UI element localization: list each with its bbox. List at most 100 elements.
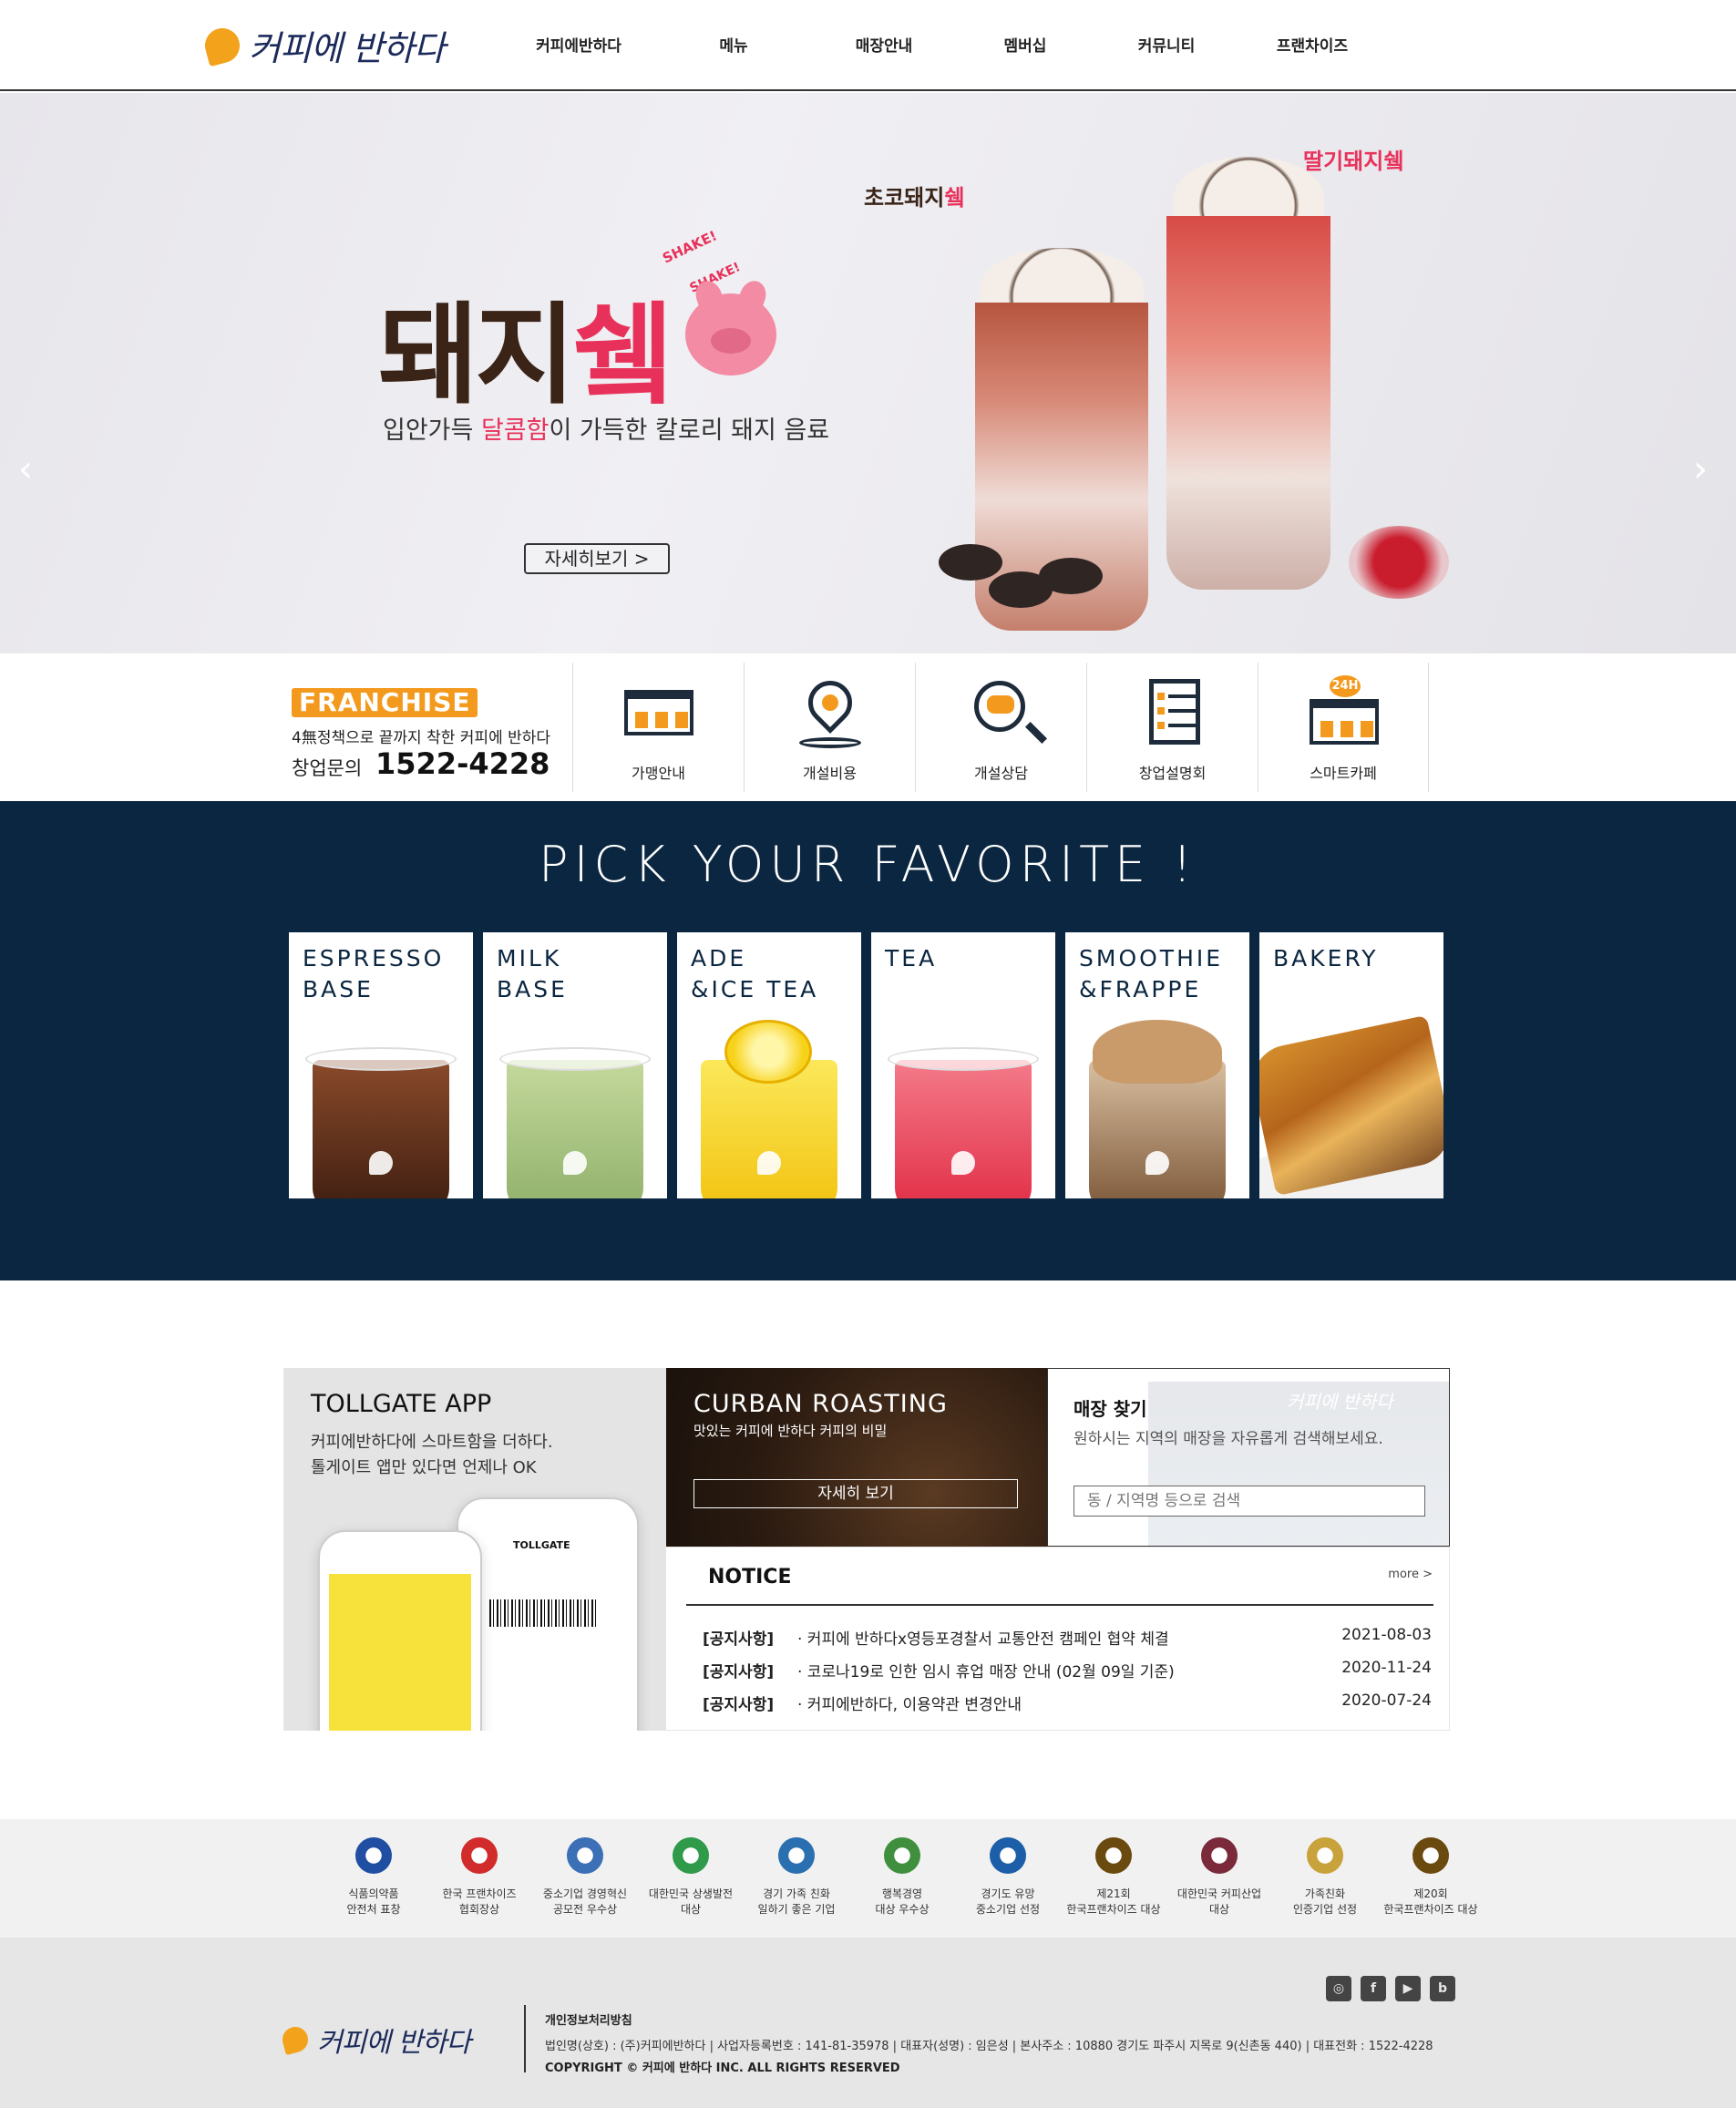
location-pin-base [799, 737, 861, 748]
strawberry-shake-label: 딸기돼지쉨 [1303, 149, 1404, 174]
store-finder-panel: 커피에 반하다 매장 찾기 원하시는 지역의 매장을 자유롭게 검색해보세요. [1047, 1368, 1450, 1547]
nav-item-stores[interactable]: 매장안내 [802, 33, 966, 56]
smart-cafe-24h-icon [1310, 699, 1379, 745]
franchise-item-smartcafe[interactable]: 24H 스마트카페 [1258, 663, 1429, 792]
nav-item-about[interactable]: 커피에반하다 [492, 33, 665, 56]
award-label: 대한민국 상생발전 대상 [648, 1887, 734, 1916]
logo-text: 커피에 반하다 [249, 28, 446, 68]
franchise-item-guide[interactable]: 가맹안내 [572, 663, 744, 792]
awards-strip: 식품의약품 안전처 표창 한국 프랜차이즈 협회장상 중소기업 경영혁신 공모전 우… [0, 1819, 1736, 1938]
award-item: 행복경영 대상 우수상 [849, 1837, 955, 1918]
award-emblem-icon [884, 1837, 920, 1874]
notice-date: 2020-11-24 [1341, 1659, 1432, 1677]
frappe-cream [1093, 1020, 1222, 1084]
franchise-menu: 가맹안내 개설비용 개설상담 창업설명회 24H 스마트카페 [572, 663, 1429, 792]
hero-title-part1: 돼지 [378, 293, 576, 419]
logo-mark-icon [279, 2023, 312, 2056]
tollgate-app-panel[interactable]: TOLLGATE APP 커피에반하다에 스마트함을 더하다. 톨게이트 앱만 … [283, 1368, 666, 1731]
menu-card-title: BAKERY [1273, 945, 1379, 972]
award-label: 중소기업 경영혁신 공모전 우수상 [542, 1887, 628, 1916]
menu-card-bakery[interactable]: BAKERY [1259, 932, 1443, 1198]
award-emblem-icon [1307, 1837, 1343, 1874]
blog-icon[interactable]: b [1430, 1976, 1455, 2001]
menu-card-title: MILK BASE [497, 945, 568, 1003]
next-slide-arrow-icon[interactable]: › [1693, 448, 1708, 490]
store-logo: 커피에 반하다 [1287, 1391, 1393, 1413]
menu-card-milk[interactable]: MILK BASE [483, 932, 667, 1198]
hero-banner: SHAKE! SHAKE! 돼지쉨 입안가득 달콤함이 가득한 칼로리 돼지 음… [0, 93, 1736, 653]
cup-logo-icon [369, 1151, 393, 1175]
youtube-icon[interactable]: ▶ [1395, 1976, 1421, 2001]
nav-item-franchise[interactable]: 프랜차이즈 [1248, 33, 1376, 56]
espresso-cup-image [313, 1060, 449, 1198]
franchise-strip: FRANCHISE 4無정책으로 끝까지 착한 커피에 반하다 창업문의 152… [0, 653, 1736, 801]
hero-title-part2: 쉨 [571, 293, 673, 419]
award-emblem-icon [778, 1837, 815, 1874]
roasting-detail-button[interactable]: 자세히 보기 [693, 1479, 1018, 1508]
choco-shake-label-text: 초코돼지 [864, 185, 945, 211]
logo-mark-icon [200, 24, 244, 67]
menu-category-cards: ESPRESSO BASE MILK BASE ADE &ICE TEA TEA… [289, 932, 1443, 1198]
instagram-icon[interactable]: ◎ [1326, 1976, 1351, 2001]
notice-more-link[interactable]: more > [1388, 1568, 1433, 1581]
franchise-item-consult[interactable]: 개설상담 [915, 663, 1086, 792]
menu-card-smoothie[interactable]: SMOOTHIE &FRAPPE [1065, 932, 1249, 1198]
award-label: 식품의약품 안전처 표창 [346, 1887, 401, 1916]
franchise-item-seminar[interactable]: 창업설명회 [1086, 663, 1258, 792]
cup-lid [888, 1047, 1039, 1071]
prev-slide-arrow-icon[interactable]: ‹ [18, 448, 33, 490]
store-search-input[interactable] [1073, 1486, 1425, 1517]
app-desc-line: 커피에반하다에 스마트함을 더하다. [311, 1433, 553, 1452]
pig-icon [685, 293, 776, 375]
pick-favorite-section: PICK YOUR FAVORITE ! ESPRESSO BASE MILK … [0, 801, 1736, 1280]
award-label: 가족친화 인증기업 선정 [1292, 1887, 1358, 1916]
app-title: TOLLGATE APP [311, 1390, 492, 1418]
location-pin-icon [799, 672, 861, 734]
franchise-item-label: 창업설명회 [1138, 765, 1207, 782]
menu-card-title: SMOOTHIE &FRAPPE [1079, 945, 1224, 1003]
notice-row[interactable]: [공지사항] · 커피에반하다, 이용약관 변경안내 2020-07-24 [703, 1692, 1432, 1714]
cup-logo-icon [1145, 1151, 1169, 1175]
store-finder-title: 매장 찾기 [1073, 1398, 1147, 1420]
award-label: 경기 가족 친화 일하기 좋은 기업 [757, 1887, 836, 1916]
franchise-item-cost[interactable]: 개설비용 [744, 663, 915, 792]
info-section: TOLLGATE APP 커피에반하다에 스마트함을 더하다. 톨게이트 앱만 … [283, 1368, 1450, 1731]
notice-title: NOTICE [708, 1566, 792, 1589]
hero-sub-part1: 입안가득 [383, 416, 481, 445]
award-label: 한국 프랜차이즈 협회장상 [442, 1887, 517, 1916]
nav-item-menu[interactable]: 메뉴 [665, 33, 802, 56]
phone-mockup-back: TOLLGATE [457, 1497, 639, 1731]
hero-detail-button[interactable]: 자세히보기 > [524, 543, 670, 574]
notice-text: · 코로나19로 인한 임시 휴업 매장 안내 (02월 09일 기준) [797, 1663, 1175, 1681]
notice-tag: [공지사항] [703, 1696, 775, 1714]
franchise-badge: FRANCHISE [292, 688, 478, 717]
notice-tag: [공지사항] [703, 1663, 775, 1681]
footer-logo-text: 커피에 반하다 [317, 2027, 471, 2059]
menu-card-title: TEA [885, 945, 938, 972]
award-label: 경기도 유망 중소기업 선정 [975, 1887, 1041, 1916]
copyright: COPYRIGHT © 커피에 반하다 INC. ALL RIGHTS RESE… [545, 2062, 900, 2075]
nav-item-membership[interactable]: 멤버십 [966, 33, 1084, 56]
cookie-image [1039, 558, 1103, 594]
awards-list: 식품의약품 안전처 표창 한국 프랜차이즈 협회장상 중소기업 경영혁신 공모전 우… [321, 1837, 1484, 1918]
notice-row[interactable]: [공지사항] · 커피에 반하다x영등포경찰서 교통안전 캠페인 협약 체결 2… [703, 1626, 1432, 1649]
notice-row[interactable]: [공지사항] · 코로나19로 인한 임시 휴업 매장 안내 (02월 09일 … [703, 1659, 1432, 1681]
site-footer: ◎ f ▶ b 커피에 반하다 개인정보처리방침 법인명(상호) : (주)커피에반하… [0, 1938, 1736, 2108]
site-logo[interactable]: 커피에 반하다 [200, 20, 446, 70]
hero-title: 돼지쉨 [378, 266, 673, 425]
cookie-image [939, 544, 1002, 581]
notice-date: 2020-07-24 [1341, 1692, 1432, 1710]
strawberry-shake-image [1166, 216, 1330, 590]
pick-favorite-title: PICK YOUR FAVORITE ! [539, 836, 1197, 893]
notice-date: 2021-08-03 [1341, 1626, 1432, 1644]
award-item: 한국 프랜차이즈 협회장상 [426, 1837, 532, 1918]
nav-item-community[interactable]: 커뮤니티 [1084, 33, 1248, 56]
menu-card-tea[interactable]: TEA [871, 932, 1055, 1198]
hero-subtitle: 입안가득 달콤함이 가득한 칼로리 돼지 음료 [383, 410, 829, 446]
facebook-icon[interactable]: f [1361, 1976, 1386, 2001]
menu-card-espresso[interactable]: ESPRESSO BASE [289, 932, 473, 1198]
app-desc: 커피에반하다에 스마트함을 더하다. 톨게이트 앱만 있다면 언제나 OK [311, 1430, 553, 1481]
menu-card-ade[interactable]: ADE &ICE TEA [677, 932, 861, 1198]
privacy-policy-link[interactable]: 개인정보처리방침 [545, 2010, 632, 2028]
notice-text: · 커피에반하다, 이용약관 변경안내 [797, 1696, 1022, 1714]
